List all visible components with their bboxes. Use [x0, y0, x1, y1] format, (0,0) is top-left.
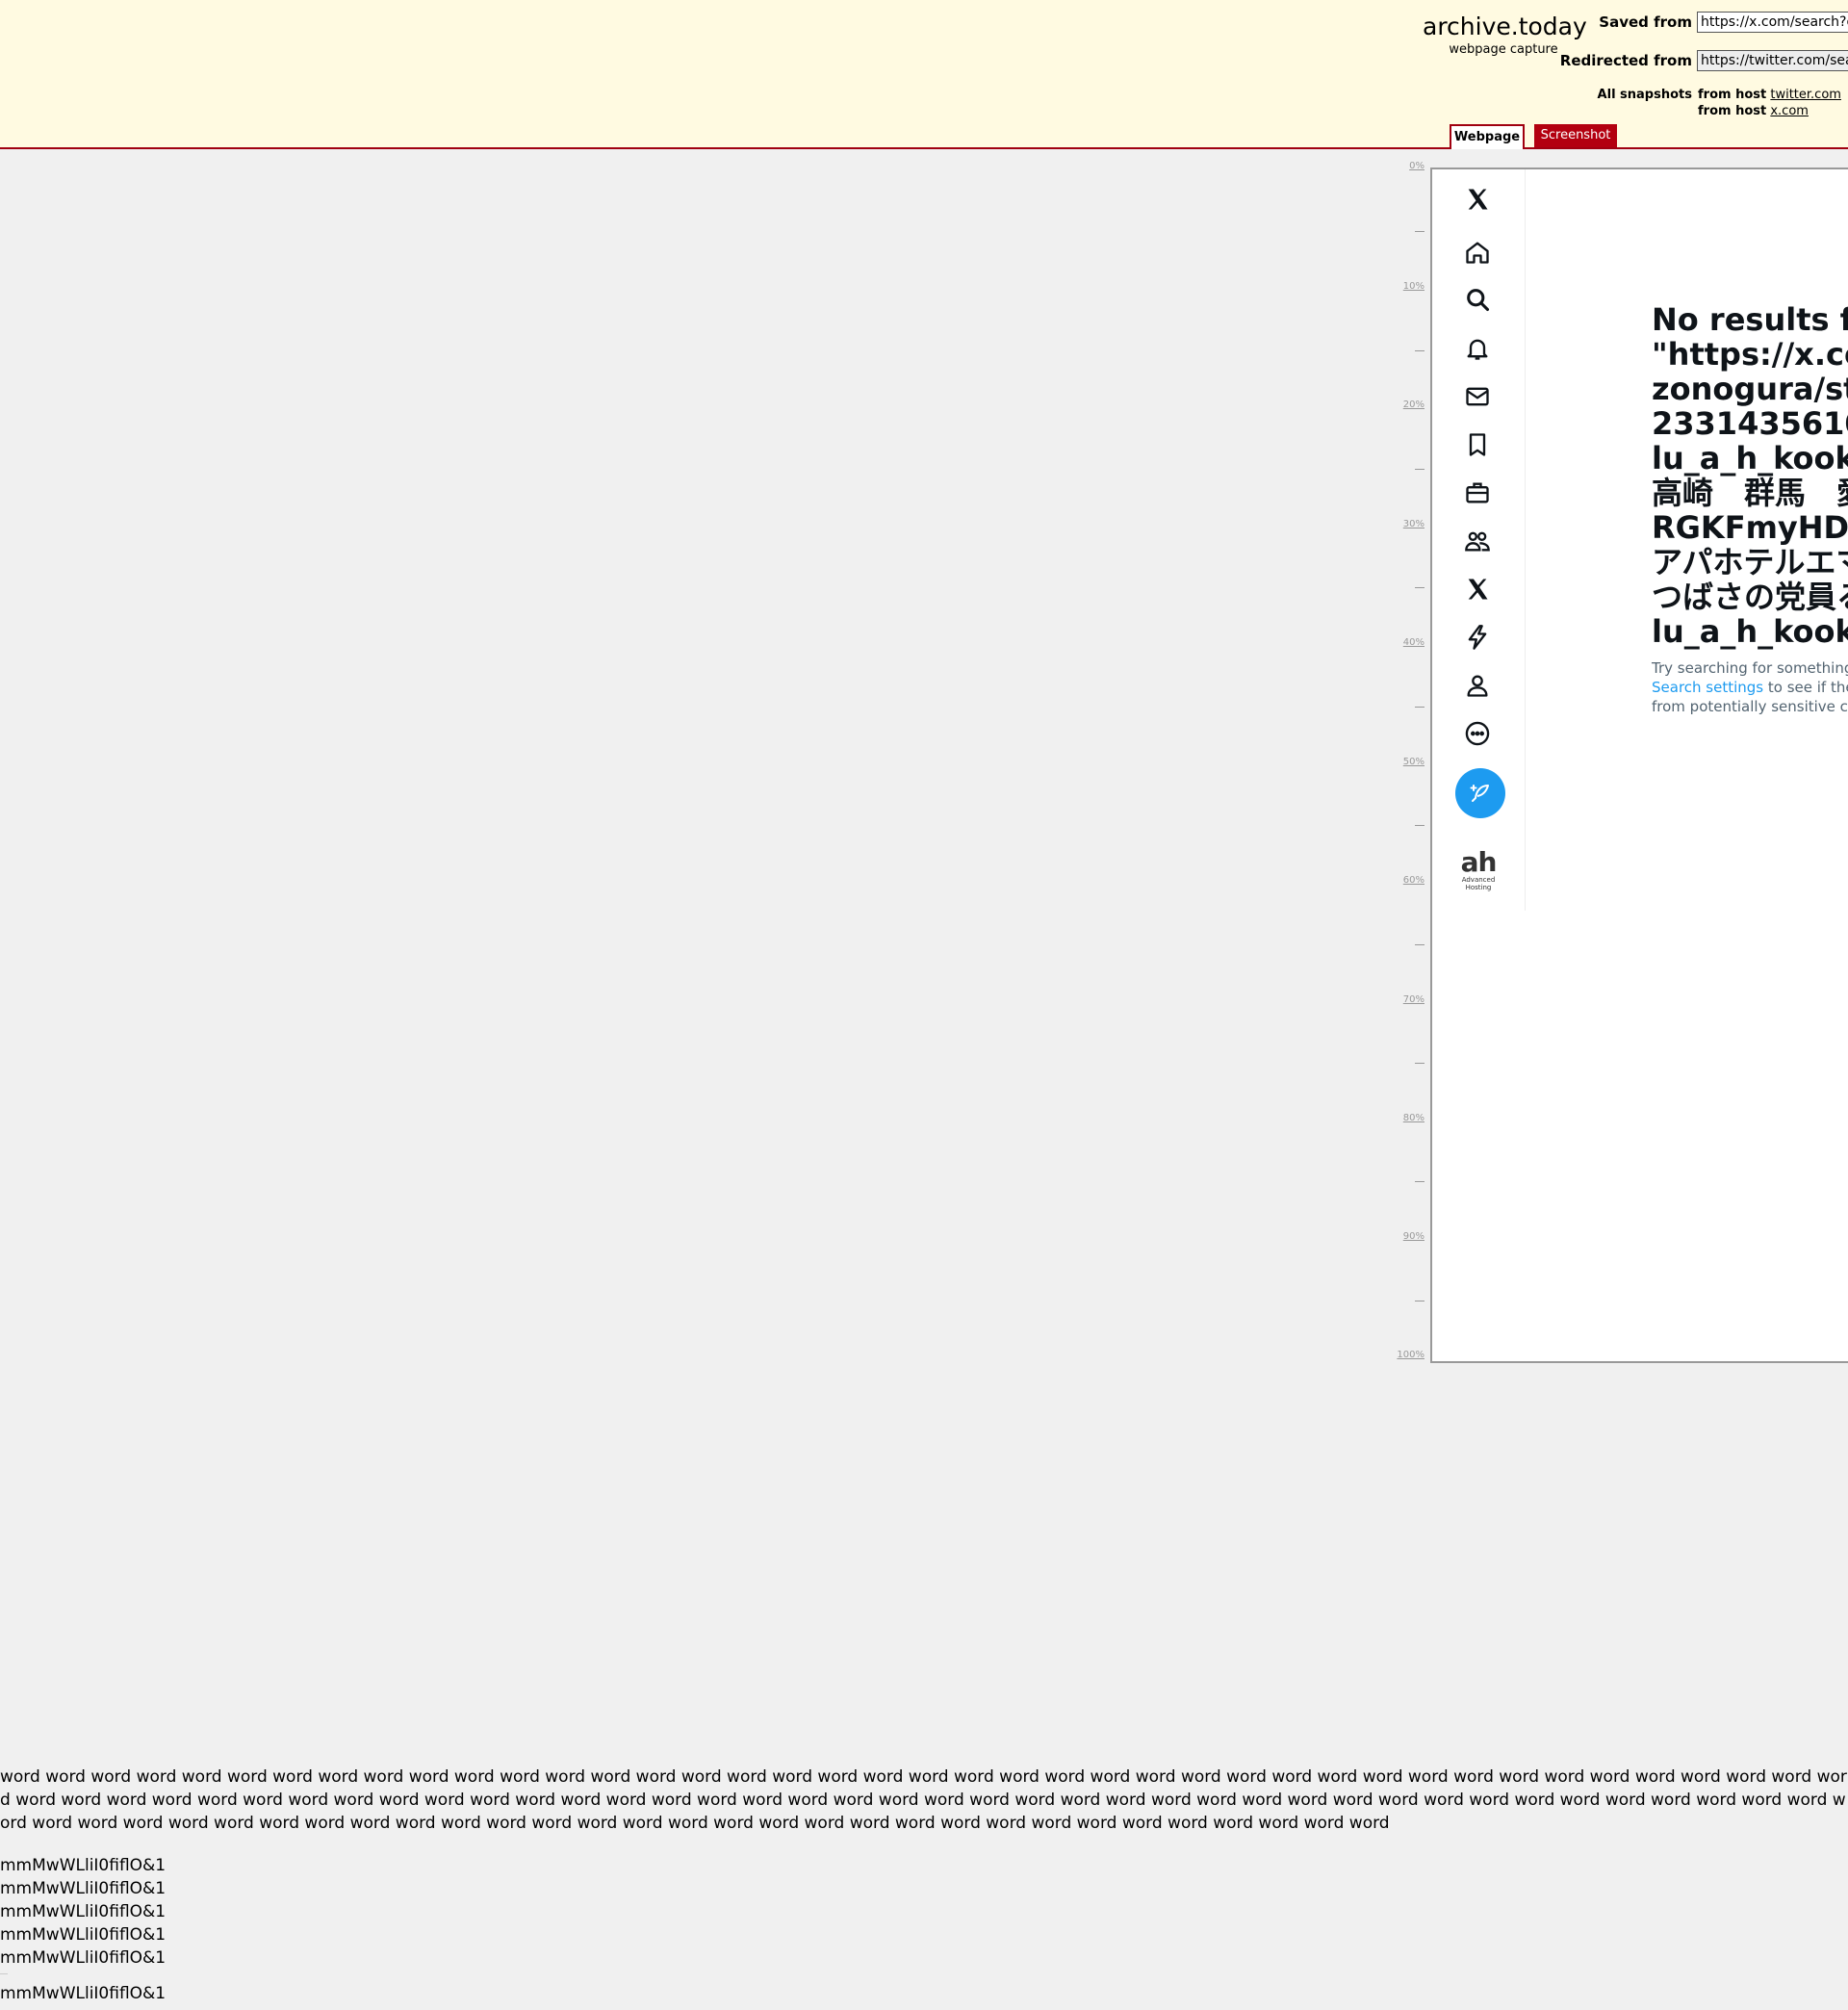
saved-from-input[interactable]	[1697, 12, 1848, 33]
no-results-hint: Try searching for something e Search set…	[1652, 658, 1848, 716]
snapshot-host-row-1: from host twitter.com	[1698, 88, 1841, 102]
ruler-tick-40[interactable]: 40%	[1403, 637, 1424, 648]
font-test-line: mmMwWLliI0fiflO&1	[0, 1925, 167, 1945]
advanced-hosting-logo[interactable]: ah Advanced Hosting	[1451, 846, 1505, 892]
all-snapshots-label: All snapshots	[1597, 88, 1692, 102]
snapshot-prefix: from host	[1698, 88, 1767, 102]
bell-icon[interactable]	[1457, 328, 1498, 369]
tab-screenshot[interactable]: Screenshot	[1534, 124, 1617, 147]
feather-plus-icon	[1470, 785, 1489, 802]
hint-line-3: from potentially sensitive con	[1652, 698, 1848, 715]
x-premium-icon[interactable]	[1457, 569, 1498, 609]
ruler-tick-70[interactable]: 70%	[1403, 994, 1424, 1005]
ruler-dash	[1415, 825, 1424, 826]
ruler-dash	[1415, 469, 1424, 470]
bookmark-icon[interactable]	[1457, 425, 1498, 465]
ruler-tick-0[interactable]: 0%	[1409, 161, 1424, 171]
lightning-icon[interactable]	[1457, 617, 1498, 657]
snapshot-host-link-x[interactable]: x.com	[1770, 104, 1809, 118]
people-icon[interactable]	[1457, 521, 1498, 561]
redirected-from-label: Redirected from	[1559, 52, 1692, 69]
ruler-dash	[1415, 707, 1424, 708]
ruler-dash	[1415, 587, 1424, 588]
archive-brand[interactable]: archive.today webpage capture	[1423, 12, 1587, 58]
font-test-line: mmMwWLliI0fiflO&1	[0, 1902, 167, 1921]
hint-line-2: to see if they'r	[1767, 679, 1848, 696]
ruler-dash	[1415, 231, 1424, 232]
scroll-ruler: 0% 10% 20% 30% 40% 50% 60% 70% 80% 90% 1…	[1386, 159, 1428, 1362]
font-test-line: mmMwWLliI0fiflO&1	[0, 1879, 167, 1898]
tab-webpage[interactable]: Webpage	[1450, 124, 1525, 149]
archive-header: archive.today webpage capture Saved from…	[0, 0, 1848, 149]
person-icon[interactable]	[1457, 665, 1498, 706]
ruler-tick-100[interactable]: 100%	[1397, 1350, 1424, 1360]
ruler-tick-10[interactable]: 10%	[1403, 281, 1424, 292]
font-test-line: mmMwWLliI0fiflO&1	[0, 1856, 167, 1875]
ah-logo-sub: Advanced Hosting	[1461, 876, 1496, 891]
font-test-line: mmMwWLliI0fiflO&1	[0, 1984, 167, 2003]
captured-page-frame: ah Advanced Hosting No results for "http…	[1430, 168, 1848, 1363]
snapshot-prefix: from host	[1698, 104, 1767, 118]
ruler-dash	[1415, 1181, 1424, 1182]
mail-icon[interactable]	[1457, 376, 1498, 417]
snapshot-host-link-twitter[interactable]: twitter.com	[1770, 88, 1841, 102]
search-settings-link[interactable]: Search settings	[1652, 679, 1763, 696]
hint-line-1: Try searching for something e	[1652, 659, 1848, 677]
snapshot-host-row-2: from host x.com	[1698, 104, 1809, 118]
ruler-dash	[1415, 1063, 1424, 1064]
briefcase-icon[interactable]	[1457, 473, 1498, 513]
redirected-from-input[interactable]	[1697, 50, 1848, 71]
ruler-dash	[1415, 350, 1424, 351]
ruler-tick-20[interactable]: 20%	[1403, 399, 1424, 410]
more-icon[interactable]	[1457, 713, 1498, 754]
brand-title[interactable]: archive.today	[1423, 12, 1587, 42]
ruler-tick-80[interactable]: 80%	[1403, 1113, 1424, 1123]
ruler-tick-50[interactable]: 50%	[1403, 757, 1424, 767]
ah-logo-text: ah	[1460, 846, 1498, 878]
font-test-line: mmMwWLliI0fiflO&1	[0, 1948, 167, 1968]
no-results-heading: No results for "https://x.com/ zonogura/…	[1652, 301, 1848, 650]
home-icon[interactable]	[1457, 232, 1498, 272]
x-sidebar: ah Advanced Hosting	[1432, 169, 1526, 911]
ruler-dash	[1415, 944, 1424, 945]
ruler-tick-30[interactable]: 30%	[1403, 519, 1424, 529]
x-logo-icon[interactable]	[1457, 179, 1498, 219]
word-filler-text: word word word word word word word word …	[0, 1767, 1847, 1833]
search-icon[interactable]	[1457, 279, 1498, 320]
ruler-tick-90[interactable]: 90%	[1403, 1231, 1424, 1242]
ruler-tick-60[interactable]: 60%	[1403, 875, 1424, 886]
separator	[0, 1973, 8, 1982]
compose-post-button[interactable]	[1455, 768, 1505, 818]
font-test-list: mmMwWLliI0fiflO&1 mmMwWLliI0fiflO&1 mmMw…	[0, 1854, 166, 2005]
saved-from-label: Saved from	[1599, 13, 1692, 31]
